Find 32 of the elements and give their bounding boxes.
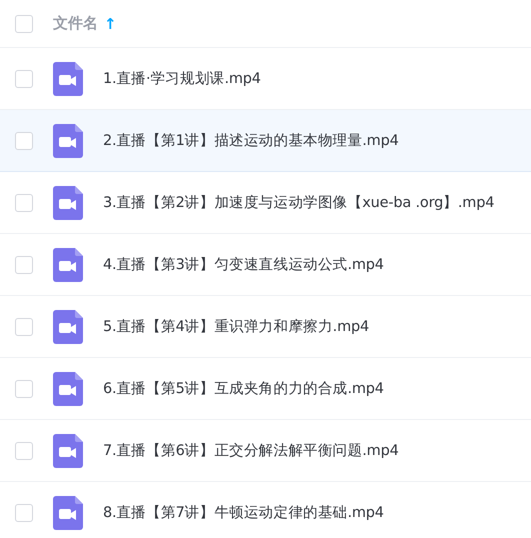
- video-file-icon: [53, 434, 83, 468]
- file-row[interactable]: 7.直播【第6讲】正交分解法解平衡问题.mp4: [0, 420, 531, 482]
- file-name[interactable]: 3.直播【第2讲】加速度与运动学图像【xue-ba .org】.mp4: [103, 193, 494, 212]
- file-row[interactable]: 3.直播【第2讲】加速度与运动学图像【xue-ba .org】.mp4: [0, 172, 531, 234]
- file-row[interactable]: 4.直播【第3讲】匀变速直线运动公式.mp4: [0, 234, 531, 296]
- file-name[interactable]: 1.直播·学习规划课.mp4: [103, 69, 261, 88]
- video-file-icon: [53, 310, 83, 344]
- checkbox[interactable]: [15, 504, 33, 522]
- checkbox[interactable]: [15, 70, 33, 88]
- video-file-icon: [53, 186, 83, 220]
- checkbox[interactable]: [15, 132, 33, 150]
- checkbox[interactable]: [15, 14, 33, 32]
- video-file-icon: [53, 62, 83, 96]
- file-row[interactable]: 2.直播【第1讲】描述运动的基本物理量.mp4: [0, 110, 531, 172]
- video-file-icon: [53, 248, 83, 282]
- file-name[interactable]: 5.直播【第4讲】重识弹力和摩擦力.mp4: [103, 317, 370, 336]
- file-name[interactable]: 8.直播【第7讲】牛顿运动定律的基础.mp4: [103, 503, 384, 522]
- checkbox[interactable]: [15, 194, 33, 212]
- file-name[interactable]: 2.直播【第1讲】描述运动的基本物理量.mp4: [103, 131, 399, 150]
- file-name[interactable]: 6.直播【第5讲】互成夹角的力的合成.mp4: [103, 379, 384, 398]
- file-row[interactable]: 5.直播【第4讲】重识弹力和摩擦力.mp4: [0, 296, 531, 358]
- file-row[interactable]: 6.直播【第5讲】互成夹角的力的合成.mp4: [0, 358, 531, 420]
- checkbox[interactable]: [15, 256, 33, 274]
- video-file-icon: [53, 124, 83, 158]
- video-file-icon: [53, 496, 83, 530]
- checkbox[interactable]: [15, 380, 33, 398]
- video-file-icon: [53, 372, 83, 406]
- checkbox[interactable]: [15, 442, 33, 460]
- checkbox[interactable]: [15, 318, 33, 336]
- file-name[interactable]: 4.直播【第3讲】匀变速直线运动公式.mp4: [103, 255, 384, 274]
- file-row[interactable]: 8.直播【第7讲】牛顿运动定律的基础.mp4: [0, 482, 531, 538]
- file-name[interactable]: 7.直播【第6讲】正交分解法解平衡问题.mp4: [103, 441, 399, 460]
